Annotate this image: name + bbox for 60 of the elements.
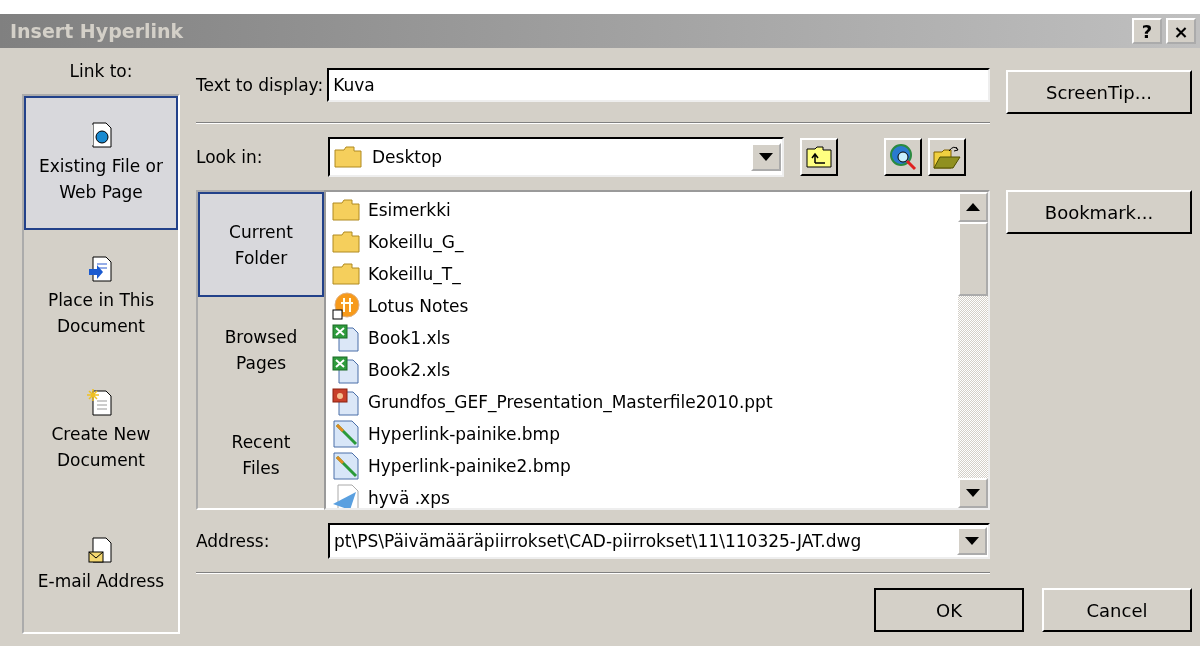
browse-tab[interactable]: Current Folder bbox=[198, 192, 324, 298]
open-folder-icon bbox=[933, 144, 961, 170]
shortcut-icon bbox=[332, 292, 360, 320]
text-to-display-field[interactable]: Kuva bbox=[327, 68, 990, 102]
folder-icon bbox=[332, 262, 360, 286]
envelope-document-icon bbox=[87, 536, 115, 564]
file-list-item[interactable]: Esimerkki bbox=[368, 200, 451, 220]
scroll-thumb[interactable] bbox=[958, 222, 988, 296]
spreadsheet-file-icon bbox=[332, 324, 360, 352]
folder-icon bbox=[332, 230, 360, 254]
paint-file-icon bbox=[332, 452, 360, 480]
browse-tab[interactable]: Recent Files bbox=[198, 402, 324, 508]
link-type-item[interactable]: Create New Document bbox=[24, 364, 178, 498]
new-document-icon bbox=[87, 389, 115, 417]
file-list-item[interactable]: Hyperlink-painike.bmp bbox=[368, 424, 560, 444]
document-arrow-icon bbox=[87, 255, 115, 283]
folder-icon bbox=[334, 145, 362, 169]
look-in-dropdown[interactable]: Desktop bbox=[328, 137, 784, 177]
link-type-item[interactable]: Place in This Document bbox=[24, 230, 178, 364]
spreadsheet-file-icon bbox=[332, 356, 360, 384]
window-title: Insert Hyperlink bbox=[10, 20, 184, 42]
help-button[interactable]: ? bbox=[1132, 18, 1162, 44]
dropdown-button[interactable] bbox=[751, 143, 781, 171]
close-button[interactable]: × bbox=[1166, 18, 1196, 44]
bookmark-button[interactable]: Bookmark... bbox=[1006, 190, 1192, 234]
file-list-item[interactable]: Kokeillu_T_ bbox=[368, 264, 461, 284]
file-list-item[interactable]: Lotus Notes bbox=[368, 296, 469, 316]
scroll-up-arrow-icon bbox=[966, 203, 980, 211]
dropdown-arrow-icon bbox=[759, 153, 773, 161]
dropdown-arrow-icon bbox=[966, 489, 980, 497]
file-list-item[interactable]: Grundfos_GEF_Presentation_Masterfile2010.ppt bbox=[368, 392, 773, 412]
browse-file-button[interactable] bbox=[928, 138, 966, 176]
paint-file-icon bbox=[332, 420, 360, 448]
link-to-label: Link to: bbox=[68, 60, 134, 83]
search-web-button[interactable] bbox=[884, 138, 922, 176]
address-label: Address: bbox=[196, 531, 271, 551]
look-in-label: Look in: bbox=[196, 147, 264, 167]
file-list-item[interactable]: hyvä .xps bbox=[368, 488, 450, 508]
dropdown-arrow-icon bbox=[965, 537, 979, 545]
cancel-button[interactable]: Cancel bbox=[1042, 588, 1192, 632]
globe-magnifier-icon bbox=[889, 143, 917, 171]
scrollbar[interactable] bbox=[958, 192, 988, 508]
link-type-item[interactable]: E-mail Address bbox=[24, 498, 178, 632]
dropdown-button[interactable] bbox=[957, 527, 987, 555]
file-list-item[interactable]: Kokeillu_G_ bbox=[368, 232, 464, 252]
text-to-display-label: Text to display: bbox=[196, 75, 324, 95]
up-folder-icon bbox=[806, 145, 832, 169]
address-dropdown[interactable]: pt\PS\Päivämääräpiirrokset\CAD-piirrokset\11\110325-JAT.dwg bbox=[328, 523, 990, 559]
link-type-item[interactable]: Existing File or Web Page bbox=[24, 96, 178, 230]
folder-icon bbox=[332, 198, 360, 222]
browse-tab[interactable]: Browsed Pages bbox=[198, 297, 324, 403]
file-list-item[interactable]: Hyperlink-painike2.bmp bbox=[368, 456, 571, 476]
ok-button[interactable]: OK bbox=[874, 588, 1024, 632]
presentation-file-icon bbox=[332, 388, 360, 416]
up-folder-button[interactable] bbox=[800, 138, 838, 176]
file-list-item[interactable]: Book2.xls bbox=[368, 360, 451, 380]
scroll-down-button[interactable] bbox=[958, 478, 988, 508]
file-list-item[interactable]: Book1.xls bbox=[368, 328, 451, 348]
screentip-button[interactable]: ScreenTip... bbox=[1006, 70, 1192, 114]
scroll-up-button[interactable] bbox=[958, 192, 988, 222]
